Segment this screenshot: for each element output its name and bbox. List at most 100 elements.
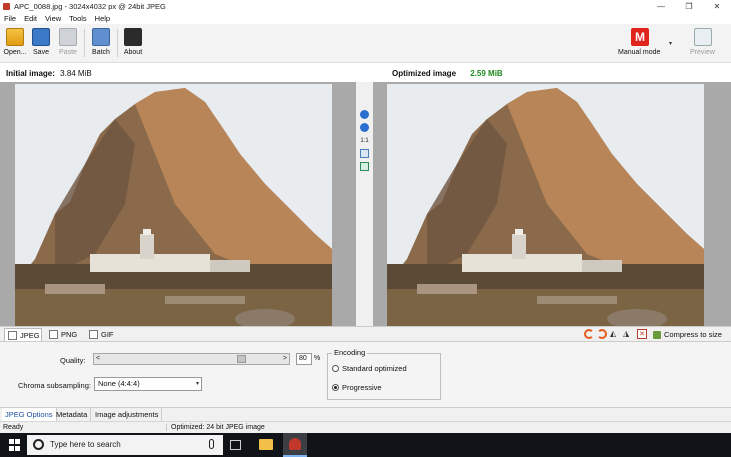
flip-vertical-icon[interactable]: ◮ [623, 329, 633, 339]
slider-thumb[interactable] [236, 355, 246, 363]
batch-icon [92, 28, 110, 46]
status-optimized: Optimized: 24 bit JPEG image [166, 424, 265, 431]
compress-to-size-button[interactable]: Compress to size [653, 328, 722, 341]
compress-icon [653, 331, 661, 339]
microphone-icon[interactable] [209, 439, 214, 449]
encoding-standard-radio[interactable]: Standard optimized [332, 364, 407, 373]
chroma-subsampling-label: Chroma subsampling: [18, 381, 91, 390]
tab-image-adjustments[interactable]: Image adjustments [92, 408, 163, 421]
menu-tools[interactable]: Tools [69, 14, 87, 23]
initial-image-viewer[interactable] [0, 82, 356, 326]
zoom-toolstrip: 1:1 [356, 82, 373, 326]
quality-unit: % [314, 355, 321, 362]
tab-metadata[interactable]: Metadata [53, 408, 92, 421]
app-icon [289, 438, 301, 450]
menu-edit[interactable]: Edit [24, 14, 37, 23]
tab-jpeg[interactable]: JPEG [4, 328, 42, 341]
encoding-group: Encoding Standard optimized Progressive [327, 348, 441, 400]
fit-window-icon[interactable] [360, 149, 369, 158]
minimize-button[interactable]: — [647, 0, 675, 13]
gif-format-icon [89, 330, 98, 339]
floppy-disk-icon [32, 28, 50, 46]
close-button[interactable]: ✕ [703, 0, 731, 13]
taskbar-app-button[interactable] [283, 433, 307, 457]
restore-button[interactable]: ❐ [675, 0, 703, 13]
taskbar-search-box[interactable]: Type here to search [27, 435, 223, 455]
optimized-image-viewer[interactable] [373, 82, 731, 326]
status-ready: Ready [3, 424, 24, 431]
save-label: Save [33, 49, 49, 56]
status-bar: Ready Optimized: 24 bit JPEG image [0, 421, 731, 433]
open-button[interactable]: Open... [2, 26, 28, 60]
optimized-image-info: Optimized image 2.59 MiB [392, 69, 503, 78]
window-controls: — ❐ ✕ [647, 0, 731, 13]
clipboard-icon [59, 28, 77, 46]
rotate-left-icon[interactable] [584, 329, 594, 339]
compress-label: Compress to size [664, 330, 722, 339]
window-title: APC_0088.jpg - 3024x4032 px @ 24bit JPEG [14, 2, 166, 11]
save-button[interactable]: Save [28, 26, 54, 60]
jpeg-format-icon [8, 331, 17, 340]
title-bar: APC_0088.jpg - 3024x4032 px @ 24bit JPEG… [0, 0, 731, 13]
toolbar-separator [117, 29, 118, 57]
app-icon [3, 3, 10, 10]
encoding-progressive-radio[interactable]: Progressive [332, 383, 382, 392]
tab-png-label: PNG [61, 330, 78, 339]
initial-photo [15, 84, 332, 326]
tab-jpeg-options[interactable]: JPEG Options [2, 408, 57, 421]
quality-label: Quality: [60, 356, 86, 365]
preview-label[interactable]: Preview [690, 49, 715, 56]
flip-horizontal-icon[interactable]: ◭ [610, 329, 620, 339]
menu-view[interactable]: View [45, 14, 61, 23]
full-screen-icon[interactable] [360, 162, 369, 171]
chevron-down-icon[interactable]: ▾ [669, 40, 672, 47]
chroma-subsampling-select[interactable]: None (4:4:4) ▾ [94, 377, 202, 391]
quality-value-field[interactable]: 80 [296, 353, 312, 365]
rotate-right-icon[interactable] [597, 329, 607, 339]
paste-button[interactable]: Paste [55, 26, 81, 60]
radio-on-icon [332, 384, 339, 391]
jpeg-options-panel: Quality: < > 80 % Chroma subsampling: No… [0, 342, 731, 407]
encoding-standard-label: Standard optimized [342, 364, 407, 373]
open-label: Open... [3, 49, 27, 56]
preview-icon[interactable] [694, 28, 712, 46]
optimized-photo [387, 84, 704, 326]
quality-slider[interactable]: < > [93, 353, 290, 365]
chroma-selected-value: None (4:4:4) [98, 379, 140, 388]
task-view-icon[interactable] [230, 440, 241, 450]
menu-help[interactable]: Help [95, 14, 110, 23]
manual-mode-icon[interactable]: M [631, 28, 649, 46]
cortana-icon [33, 439, 44, 450]
options-tab-bar: JPEG Options Metadata Image adjustments [0, 407, 731, 421]
format-tab-bar: JPEG PNG GIF ◭ ◮ ✕ Compress to size [0, 326, 731, 342]
batch-button[interactable]: Batch [88, 26, 114, 60]
landscape-photo-optimized [387, 84, 704, 326]
encoding-title: Encoding [332, 348, 368, 357]
zoom-in-icon[interactable] [360, 110, 369, 119]
initial-image-size: 3.84 MiB [60, 69, 92, 78]
optimized-image-label: Optimized image [392, 69, 457, 78]
initial-image-info: Initial image: 3.84 MiB [6, 69, 92, 78]
encoding-progressive-label: Progressive [342, 383, 382, 392]
size-info-bar: Initial image: 3.84 MiB Optimized image … [0, 64, 731, 82]
menu-file[interactable]: File [4, 14, 16, 23]
png-format-icon [49, 330, 58, 339]
slider-increase-arrow[interactable]: > [283, 354, 287, 364]
slider-decrease-arrow[interactable]: < [96, 354, 100, 364]
optimized-image-size: 2.59 MiB [470, 69, 503, 78]
tab-jpeg-label: JPEG [20, 331, 40, 340]
windows-start-icon[interactable] [9, 439, 21, 451]
tab-gif-label: GIF [101, 330, 114, 339]
batch-label: Batch [92, 49, 110, 56]
tab-gif[interactable]: GIF [86, 328, 116, 341]
about-label: About [123, 49, 143, 56]
toolbar-separator [84, 29, 85, 57]
crop-icon[interactable]: ✕ [637, 329, 647, 339]
actual-size-icon[interactable]: 1:1 [360, 137, 369, 146]
about-button[interactable]: About [120, 26, 146, 60]
manual-mode-label[interactable]: Manual mode [618, 49, 660, 56]
file-explorer-icon[interactable] [259, 439, 273, 450]
person-icon [124, 28, 142, 46]
tab-png[interactable]: PNG [46, 328, 82, 341]
zoom-out-icon[interactable] [360, 123, 369, 132]
